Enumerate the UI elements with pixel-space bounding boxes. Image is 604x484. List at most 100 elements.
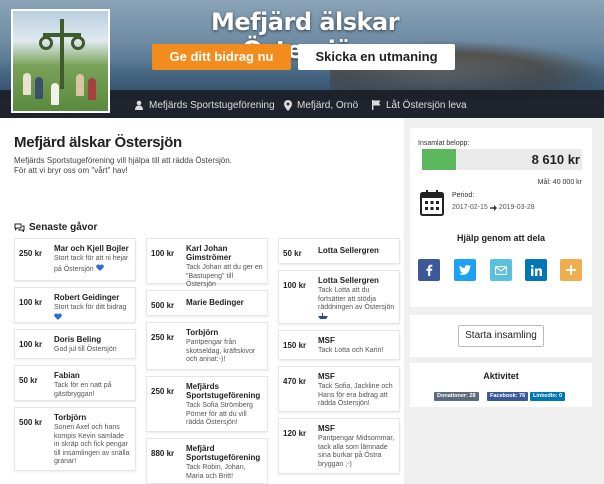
gift-message: Tack Sofia Strömberg Pörner för att du v… (186, 402, 253, 426)
heart-icon (54, 312, 62, 320)
fundraising-panel: Insamlat belopp: 8 610 kr Mål: 40 000 kr… (410, 128, 592, 224)
gift-donor: Fabian (54, 371, 80, 380)
organizer-info[interactable]: Mefjärds Sportstugeförening (134, 98, 275, 112)
linkedin-icon (530, 264, 542, 276)
map-pin-icon (284, 99, 292, 111)
campaign-title: Mefjärd älskar Östersjön (14, 134, 182, 151)
gift-donor: Lotta Sellergren (318, 276, 379, 285)
share-title: Hjälp genom att dela (456, 233, 545, 243)
gift-message: Tack Johan att du ger en "Bastupeng" til… (186, 264, 263, 288)
gift-amount: 250 kr (151, 387, 175, 396)
main-content: Mefjärd älskar Östersjön Mefjärds Sports… (0, 118, 604, 484)
gift-message: God jul till Östersjön (54, 346, 117, 353)
gift-card: 150 kr MSF Tack Lotta och Karin! (278, 330, 400, 360)
gift-message: Tack för en natt på gästbryggan! (54, 382, 112, 398)
description-line-2: För att vi bryr oss om "vårt" hav! (14, 166, 128, 175)
gift-amount: 880 kr (151, 449, 175, 458)
gift-donor: MSF (318, 336, 335, 345)
gift-message: Pantpengar Midsommar, tack alla som lämn… (318, 435, 395, 468)
flag-icon (372, 100, 381, 110)
facebook-share-button[interactable] (418, 259, 440, 281)
gift-card: 100 kr Robert Geidinger Stort tack för d… (14, 287, 136, 323)
gift-message: Stort tack för att ni hejar på Östersjön (54, 255, 129, 273)
gift-card: 50 kr Fabian Tack för en natt på gästbry… (14, 365, 136, 401)
email-icon (495, 265, 507, 275)
organizer-name: Mefjärds Sportstugeförening (149, 99, 275, 111)
gift-donor: Mefjärd Sportstugeförening (186, 444, 261, 462)
campaign-description: Mefjärds Sportstugeförening vill hjälpa … (14, 156, 314, 176)
location-info[interactable]: Mefjärd, Ornö (284, 98, 358, 112)
gift-donor: Torbjörn (54, 413, 87, 422)
gift-amount: 250 kr (19, 249, 43, 258)
linkedin-share-button[interactable] (525, 259, 547, 281)
gift-card: 500 kr Torbjörn Sonen Axel och hans komp… (14, 407, 136, 471)
email-share-button[interactable] (490, 259, 512, 281)
heart-icon (95, 263, 104, 271)
gift-donor: Mefjärds Sportstugeförening (186, 382, 261, 400)
boat-icon (318, 312, 328, 319)
location-name: Mefjärd, Ornö (297, 99, 359, 111)
period-start: 2017-02-15 (452, 204, 488, 211)
gift-amount: 250 kr (151, 333, 175, 342)
comments-icon (14, 223, 25, 232)
start-panel: Starta insamling (410, 315, 592, 357)
campaign-main: Mefjärd älskar Östersjön Mefjärds Sports… (0, 118, 404, 484)
gift-message: Tack Lotta och Karin! (318, 347, 384, 354)
gift-card: 100 kr Lotta Sellergren Tack Lotta att d… (278, 270, 400, 324)
gifts-column-1: 250 kr Mar och Kjell Bojler Stort tack f… (14, 238, 136, 477)
period-label: Period: (452, 192, 475, 199)
gift-message: Stort tack för ditt bidrag (54, 304, 127, 311)
twitter-share-button[interactable] (454, 259, 476, 281)
gift-card: 120 kr MSF Pantpengar Midsommar, tack al… (278, 418, 400, 474)
period-range: 2017-02-15 2019-03-28 (452, 204, 535, 211)
gift-card: 100 kr Doris Beling God jul till Östersj… (14, 329, 136, 359)
recent-gifts-heading: Senaste gåvor (14, 222, 97, 233)
cause-info[interactable]: Låt Östersjön leva (372, 98, 467, 112)
gift-amount: 50 kr (19, 376, 38, 385)
user-icon (135, 100, 143, 110)
period-end: 2019-03-28 (498, 204, 535, 211)
gift-card: 250 kr Mefjärds Sportstugeförening Tack … (146, 376, 268, 432)
gift-card: 500 kr Marie Bedinger (146, 290, 268, 316)
gift-message: Sonen Axel och hans kompis Kevin samlade… (54, 424, 130, 465)
gift-card: 470 kr MSF Tack Sofia, Jackline och Hans… (278, 366, 400, 412)
activity-title: Aktivitet (483, 371, 519, 381)
gifts-column-3: 50 kr Lotta Sellergren 100 kr Lotta Sell… (278, 238, 400, 480)
activity-panel: Aktivitet Donationer: 28 Facebook: 76 Li… (410, 363, 592, 407)
more-share-button[interactable] (560, 259, 582, 281)
gift-message: Tack Lotta att du fortsätter att stödja … (318, 287, 395, 311)
calendar-icon (420, 190, 444, 216)
gift-donor: Marie Bedinger (186, 298, 244, 307)
start-fundraiser-button[interactable]: Starta insamling (458, 325, 544, 347)
cause-name: Låt Östersjön leva (386, 99, 467, 111)
description-line-1: Mefjärds Sportstugeförening vill hjälpa … (14, 156, 232, 165)
gift-amount: 120 kr (283, 429, 307, 438)
facebook-badge: Facebook: 76 (487, 392, 529, 401)
gift-donor: Doris Beling (54, 335, 102, 344)
gift-amount: 100 kr (283, 281, 307, 290)
gift-message: Tack Robin, Johan, Maria och Britt! (186, 464, 246, 480)
gift-donor: Robert Geidinger (54, 293, 120, 302)
gift-amount: 50 kr (283, 249, 302, 258)
contribute-button[interactable]: Ge ditt bidrag nu (152, 44, 291, 70)
gift-card: 250 kr Mar och Kjell Bojler Stort tack f… (14, 238, 136, 281)
gift-message: Tack Sofia, Jackline och Hans för era bi… (318, 383, 393, 407)
collected-amount: 8 610 kr (531, 152, 580, 167)
gift-donor: MSF (318, 372, 335, 381)
gift-amount: 100 kr (19, 298, 43, 307)
gift-amount: 100 kr (151, 249, 175, 258)
campaign-photo (11, 9, 110, 113)
twitter-icon (459, 265, 471, 275)
gift-amount: 470 kr (283, 377, 307, 386)
gift-donor: Torbjörn (186, 328, 219, 337)
gift-card: 50 kr Lotta Sellergren (278, 238, 400, 264)
challenge-button[interactable]: Skicka en utmaning (298, 44, 455, 70)
goal-amount: Mål: 40 000 kr (537, 179, 582, 186)
gift-message: Pantpengar från skotseldag, kräftskivor … (186, 339, 256, 363)
gift-amount: 500 kr (19, 418, 43, 427)
progress-fill (422, 149, 457, 170)
arrow-right-icon (489, 204, 497, 211)
linkedin-badge: LinkedIn: 0 (530, 392, 566, 401)
gift-card: 880 kr Mefjärd Sportstugeförening Tack R… (146, 438, 268, 484)
gift-amount: 150 kr (283, 341, 307, 350)
